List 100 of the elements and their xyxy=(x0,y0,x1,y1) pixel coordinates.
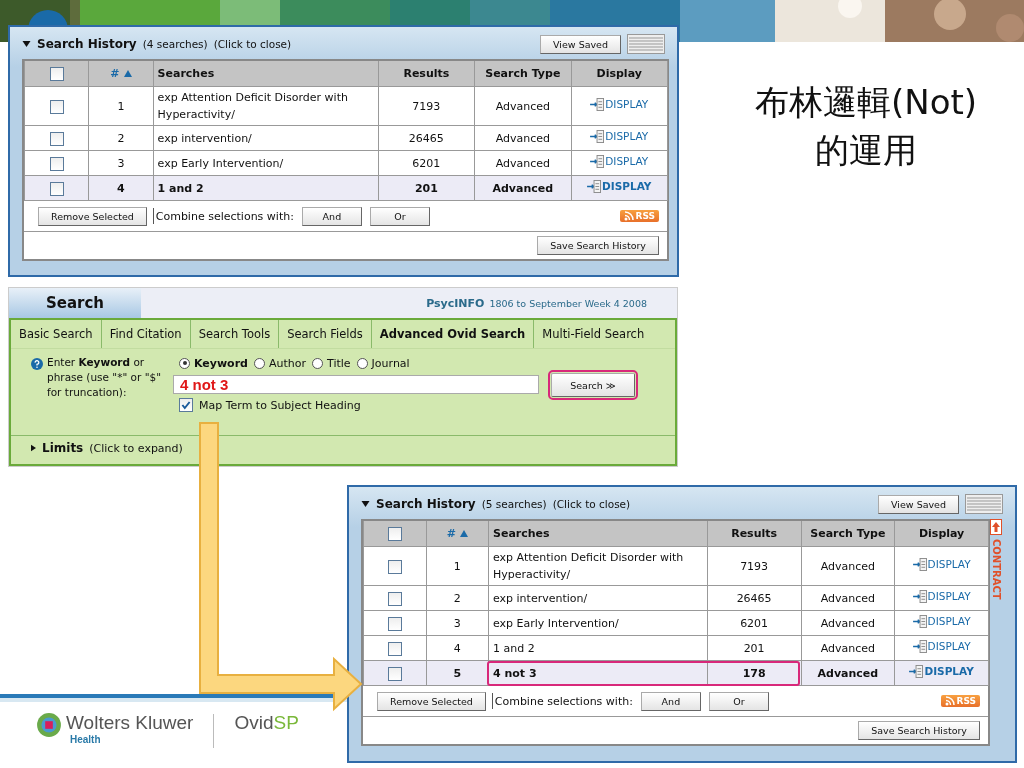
help-icon[interactable] xyxy=(31,358,43,370)
database-range: 1806 to September Week 4 2008 xyxy=(489,297,647,309)
document-icon xyxy=(590,98,606,111)
product-name: OvidSP xyxy=(234,712,299,734)
checkbox[interactable] xyxy=(49,156,64,171)
table-cell: exp intervention/ xyxy=(488,585,708,611)
table-cell: exp Attention Deficit Disorder with Hyperactivity/ xyxy=(153,86,379,126)
checkbox[interactable] xyxy=(387,641,402,656)
table-cell: Advanced xyxy=(474,175,571,201)
search-tab[interactable]: Search xyxy=(9,288,141,318)
table-cell: 26465 xyxy=(378,125,475,151)
checkbox[interactable] xyxy=(387,559,402,574)
brand-division: Health xyxy=(69,734,102,745)
radio-button[interactable] xyxy=(179,357,190,369)
view-saved-button[interactable]: View Saved xyxy=(878,494,959,514)
feed-icon xyxy=(944,696,955,706)
search-mode-tab[interactable]: Multi-Field Search xyxy=(534,320,653,348)
database-label: PsycINFO xyxy=(426,296,485,310)
combine-label: Combine selections with: xyxy=(155,209,294,223)
radio-label[interactable]: Author xyxy=(269,356,307,370)
and-button[interactable]: And xyxy=(301,206,362,226)
checkbox[interactable] xyxy=(387,526,402,541)
table-cell: 201 xyxy=(378,175,475,201)
remove-selected-button[interactable]: Remove Selected xyxy=(38,206,147,226)
checkbox[interactable] xyxy=(49,66,64,81)
search-field[interactable]: 4 not 3 xyxy=(173,375,539,394)
panel-title[interactable]: Search History xyxy=(37,37,137,51)
list-icon[interactable] xyxy=(965,494,1003,514)
search-mode-tab[interactable]: Advanced Ovid Search xyxy=(371,320,535,348)
search-mode-tab[interactable]: Find Citation xyxy=(101,320,191,348)
search-count: (5 searches) xyxy=(481,498,547,510)
table-cell: Advanced xyxy=(474,125,571,151)
checkbox-label[interactable]: Map Term to Subject Heading xyxy=(199,398,361,412)
table-cell: Advanced xyxy=(801,546,895,586)
search-count: (4 searches) xyxy=(142,38,208,50)
table-cell: 6201 xyxy=(378,150,475,176)
list-icon[interactable] xyxy=(627,34,665,54)
checkbox[interactable] xyxy=(387,616,402,631)
column-header: Search Type xyxy=(801,521,895,547)
search-mode-tab[interactable]: Search Tools xyxy=(190,320,280,348)
slide-title: 布林邏輯(Not) 的運用 xyxy=(753,81,979,172)
document-icon xyxy=(912,640,928,653)
table-cell: exp Early Intervention/ xyxy=(153,150,379,176)
table-cell: exp Attention Deficit Disorder with Hyperactivity/ xyxy=(488,546,708,586)
brand-name: Wolters Kluwer xyxy=(66,712,194,734)
column-header: Results xyxy=(707,521,801,547)
checkbox[interactable] xyxy=(49,131,64,146)
view-saved-button[interactable]: View Saved xyxy=(540,34,621,54)
panel-hint: (Click to close) xyxy=(213,38,292,50)
sort-icon xyxy=(123,70,132,77)
panel-title[interactable]: Search History xyxy=(376,497,476,511)
checkbox[interactable] xyxy=(49,99,64,114)
table-cell: 3 xyxy=(88,150,154,176)
search-button[interactable]: Search ≫ xyxy=(551,373,635,397)
and-button[interactable]: And xyxy=(640,691,701,711)
radio-button[interactable] xyxy=(356,357,368,369)
checkbox[interactable] xyxy=(387,591,402,606)
or-button[interactable]: Or xyxy=(708,691,769,711)
radio-button[interactable] xyxy=(254,357,265,369)
column-header: Search Type xyxy=(474,61,571,87)
collapse-icon[interactable] xyxy=(361,501,370,507)
column-header: Display xyxy=(894,521,989,547)
radio-label[interactable]: Journal xyxy=(371,356,410,370)
limits-toggle[interactable]: Limits xyxy=(42,441,84,455)
help-text: Enter Keyword or phrase (use "*" or "$" for truncation): xyxy=(47,355,163,400)
column-header: Searches xyxy=(153,61,379,87)
checkbox[interactable] xyxy=(49,181,64,196)
table-cell: 7193 xyxy=(707,546,801,586)
document-icon xyxy=(912,615,928,628)
combine-label: Combine selections with: xyxy=(494,694,633,708)
table-cell: 2 xyxy=(88,125,154,151)
search-mode-tab[interactable]: Basic Search xyxy=(11,320,102,348)
table-cell: 1 and 2 xyxy=(153,175,379,201)
document-icon xyxy=(912,590,928,603)
panel-hint: (Click to close) xyxy=(552,498,631,510)
column-header: Display xyxy=(571,61,668,87)
save-history-button[interactable]: Save Search History xyxy=(858,721,980,740)
table-cell: exp intervention/ xyxy=(153,125,379,151)
checkbox[interactable] xyxy=(179,398,193,412)
save-history-button[interactable]: Save Search History xyxy=(537,236,659,255)
document-icon xyxy=(590,155,606,168)
or-button[interactable]: Or xyxy=(369,206,430,226)
expand-icon[interactable] xyxy=(31,444,36,452)
radio-button[interactable] xyxy=(312,357,324,369)
radio-label[interactable]: Keyword xyxy=(194,356,248,370)
search-mode-tab[interactable]: Search Fields xyxy=(279,320,372,348)
checkbox[interactable] xyxy=(387,666,402,681)
document-icon xyxy=(909,665,925,678)
feed-icon xyxy=(623,211,634,221)
table-cell: Advanced xyxy=(801,585,895,611)
table-cell: Advanced xyxy=(801,660,895,686)
table-cell: 6201 xyxy=(707,610,801,636)
table-cell: 26465 xyxy=(707,585,801,611)
table-cell: 7193 xyxy=(378,86,475,126)
globe-logo-icon xyxy=(36,712,62,738)
table-cell: 4 xyxy=(426,635,489,661)
remove-selected-button[interactable]: Remove Selected xyxy=(377,691,486,711)
radio-label[interactable]: Title xyxy=(327,356,351,370)
column-header: Searches xyxy=(488,521,708,547)
table-cell: 2 xyxy=(426,585,489,611)
